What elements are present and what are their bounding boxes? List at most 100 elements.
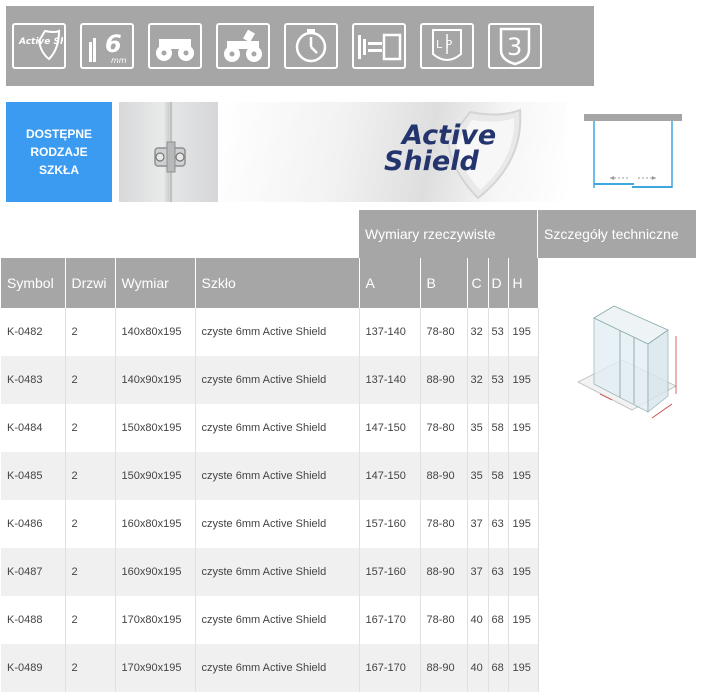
- cell-b: 88-90: [420, 548, 468, 596]
- cell-h: 195: [508, 452, 539, 500]
- brand-line2: Shield: [384, 146, 479, 177]
- glass-types-text: DOSTĘPNE RODZAJE SZKŁA: [25, 127, 92, 177]
- cell-d: 63: [488, 500, 509, 548]
- cell-c: 32: [467, 308, 489, 356]
- cell-a: 167-170: [359, 644, 421, 692]
- cell-c: 40: [467, 596, 489, 644]
- table-row: K-0487 2 160x90x195 czyste 6mm Active Shiel…: [1, 548, 539, 596]
- cell-symbol: K-0483: [1, 356, 66, 404]
- cell-d: 58: [488, 404, 509, 452]
- cell-b: 88-90: [420, 356, 468, 404]
- cell-glass: czyste 6mm Active Shield: [195, 356, 360, 404]
- cell-c: 32: [467, 356, 489, 404]
- cell-a: 157-160: [359, 500, 421, 548]
- cell-d: 68: [488, 596, 509, 644]
- cell-d: 63: [488, 548, 509, 596]
- cell-d: 68: [488, 644, 509, 692]
- table-header-row: Symbol Drzwi Wymiar Szkło A B C D H: [1, 258, 539, 308]
- real-dimensions-header: Wymiary rzeczywiste: [359, 210, 537, 258]
- cell-symbol: K-0484: [1, 404, 66, 452]
- cell-doors: 2: [65, 308, 116, 356]
- soft-close-rollers-icon: [216, 23, 270, 69]
- cell-h: 195: [508, 548, 539, 596]
- cell-h: 195: [508, 596, 539, 644]
- cell-doors: 2: [65, 500, 116, 548]
- col-header-doors: Drzwi: [65, 258, 116, 308]
- cell-glass: czyste 6mm Active Shield: [195, 548, 360, 596]
- col-header-a: A: [359, 258, 421, 308]
- real-dimensions-label: Wymiary rzeczywiste: [365, 226, 496, 242]
- feature-icon-bar: Active Shield 6 mm: [6, 6, 594, 86]
- cell-doors: 2: [65, 404, 116, 452]
- cell-a: 137-140: [359, 308, 421, 356]
- cell-a: 147-150: [359, 452, 421, 500]
- svg-text:6: 6: [105, 30, 122, 58]
- cell-size: 150x80x195: [115, 404, 196, 452]
- cell-size: 160x80x195: [115, 500, 196, 548]
- rollers-icon: [148, 23, 202, 69]
- cell-a: 147-150: [359, 404, 421, 452]
- cell-symbol: K-0485: [1, 452, 66, 500]
- table-row: K-0485 2 150x90x195 czyste 6mm Active Shiel…: [1, 452, 539, 500]
- handle-icon: [352, 23, 406, 69]
- hinge-photo: [119, 102, 218, 202]
- cell-h: 195: [508, 644, 539, 692]
- cell-size: 150x90x195: [115, 452, 196, 500]
- top-view-schema-icon: [584, 114, 682, 188]
- cell-glass: czyste 6mm Active Shield: [195, 404, 360, 452]
- cell-doors: 2: [65, 356, 116, 404]
- glass-6mm-icon: 6 mm: [80, 23, 134, 69]
- cell-b: 78-80: [420, 404, 468, 452]
- warranty-3-icon: 3: [488, 23, 542, 69]
- cell-a: 157-160: [359, 548, 421, 596]
- cell-glass: czyste 6mm Active Shield: [195, 644, 360, 692]
- active-shield-banner: Active Shield: [220, 102, 567, 202]
- isometric-cabin-drawing-icon: [577, 305, 677, 419]
- left-right-icon: L P: [420, 23, 474, 69]
- cell-b: 78-80: [420, 596, 468, 644]
- cell-symbol: K-0489: [1, 644, 66, 692]
- cell-a: 167-170: [359, 596, 421, 644]
- table-row: K-0489 2 170x90x195 czyste 6mm Active Shiel…: [1, 644, 539, 692]
- svg-text:3: 3: [507, 33, 522, 61]
- cell-glass: czyste 6mm Active Shield: [195, 308, 360, 356]
- col-header-symbol: Symbol: [1, 258, 66, 308]
- col-header-d: D: [488, 258, 509, 308]
- svg-text:L P: L P: [436, 38, 453, 51]
- hinge-icon: [154, 102, 186, 202]
- table-row: K-0483 2 140x90x195 czyste 6mm Active Shiel…: [1, 356, 539, 404]
- col-header-h: H: [508, 258, 539, 308]
- cell-size: 140x80x195: [115, 308, 196, 356]
- cell-h: 195: [508, 308, 539, 356]
- col-header-glass: Szkło: [195, 258, 360, 308]
- glass-types-label: DOSTĘPNE RODZAJE SZKŁA: [6, 102, 112, 202]
- col-header-b: B: [420, 258, 468, 308]
- cell-c: 35: [467, 404, 489, 452]
- cell-size: 160x90x195: [115, 548, 196, 596]
- table-row: K-0486 2 160x80x195 czyste 6mm Active Shiel…: [1, 500, 539, 548]
- cell-c: 35: [467, 452, 489, 500]
- cell-size: 170x80x195: [115, 596, 196, 644]
- cell-doors: 2: [65, 644, 116, 692]
- cell-size: 140x90x195: [115, 356, 196, 404]
- cell-glass: czyste 6mm Active Shield: [195, 500, 360, 548]
- cell-glass: czyste 6mm Active Shield: [195, 596, 360, 644]
- col-header-c: C: [467, 258, 489, 308]
- cell-c: 37: [467, 500, 489, 548]
- svg-text:mm: mm: [111, 56, 127, 65]
- cell-b: 88-90: [420, 644, 468, 692]
- active-shield-icon: Active Shield: [12, 23, 66, 69]
- cell-b: 78-80: [420, 308, 468, 356]
- cell-c: 40: [467, 644, 489, 692]
- timer-icon: [284, 23, 338, 69]
- cell-d: 53: [488, 308, 509, 356]
- cell-glass: czyste 6mm Active Shield: [195, 452, 360, 500]
- cell-a: 137-140: [359, 356, 421, 404]
- technical-details-label: Szczegóły techniczne: [544, 226, 679, 242]
- table-row: K-0482 2 140x80x195 czyste 6mm Active Shiel…: [1, 308, 539, 356]
- cell-symbol: K-0487: [1, 548, 66, 596]
- cell-symbol: K-0488: [1, 596, 66, 644]
- table-row: K-0488 2 170x80x195 czyste 6mm Active Shiel…: [1, 596, 539, 644]
- cell-h: 195: [508, 356, 539, 404]
- table-row: K-0484 2 150x80x195 czyste 6mm Active Shiel…: [1, 404, 539, 452]
